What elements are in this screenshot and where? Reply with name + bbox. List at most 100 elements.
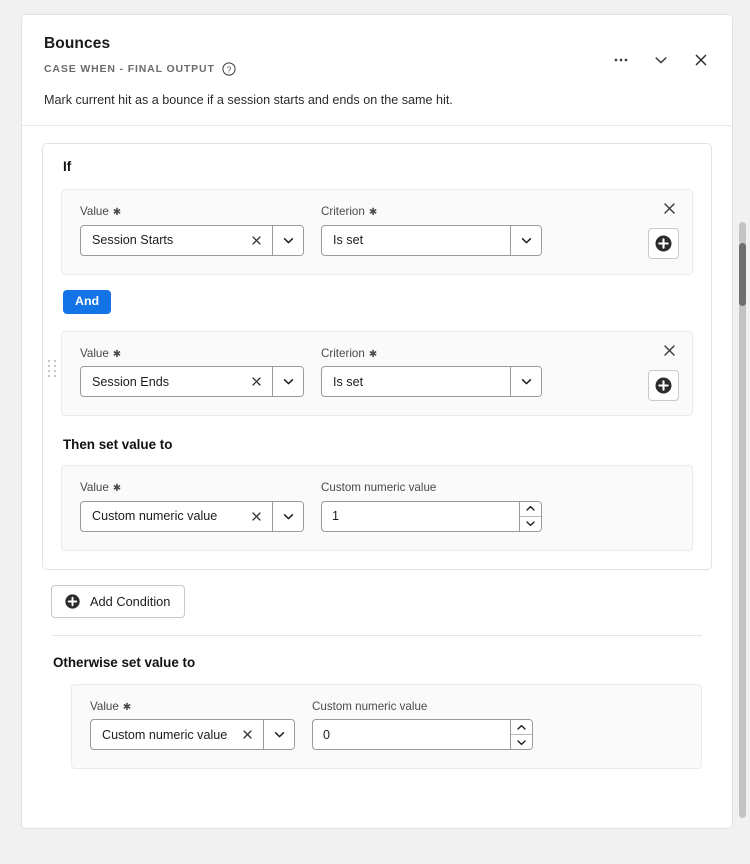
value-label-text: Value <box>80 481 109 495</box>
criterion-chevron-down-icon[interactable] <box>510 225 541 255</box>
card-description: Mark current hit as a bounce if a sessio… <box>44 93 453 108</box>
required-asterisk: ✱ <box>122 701 132 713</box>
criterion-field-block: Criterion ✱ Is set <box>321 346 542 398</box>
required-asterisk: ✱ <box>112 483 122 495</box>
criterion-combobox-text[interactable]: Is set <box>322 226 510 255</box>
then-value-combobox-text[interactable]: Custom numeric value <box>81 502 272 531</box>
remove-condition-button[interactable] <box>658 340 680 362</box>
value-chevron-down-icon[interactable] <box>272 225 303 255</box>
plus-circle-icon <box>655 377 672 394</box>
then-numeric-field-block: Custom numeric value <box>321 481 542 532</box>
remove-condition-button[interactable] <box>658 198 680 220</box>
criterion-combobox[interactable]: Is set <box>321 224 542 256</box>
otherwise-value-field-block: Value ✱ Custom numeric value <box>90 699 295 751</box>
value-combobox[interactable]: Session Ends <box>80 366 304 398</box>
condition-fields: Value ✱ Session Ends Criterion ✱ Is set <box>80 346 676 398</box>
otherwise-heading: Otherwise set value to <box>53 654 196 670</box>
otherwise-numeric-field-label: Custom numeric value <box>312 699 533 714</box>
more-options-button[interactable] <box>608 47 634 73</box>
value-combobox-text[interactable]: Session Starts <box>81 226 272 255</box>
criterion-combobox[interactable]: Is set <box>321 366 542 398</box>
card-header: Bounces CASE WHEN - FINAL OUTPUT ? Mark … <box>22 15 732 127</box>
close-button[interactable] <box>688 47 714 73</box>
vertical-scrollbar-track[interactable] <box>739 222 746 818</box>
required-asterisk: ✱ <box>112 348 122 360</box>
chevron-up-icon[interactable] <box>520 501 541 517</box>
criterion-combobox-value: Is set <box>333 233 364 248</box>
then-value-field-block: Value ✱ Custom numeric value <box>80 481 304 532</box>
condition-fields: Value ✱ Session Starts Criterion ✱ Is se… <box>80 204 676 256</box>
criterion-field-block: Criterion ✱ Is set <box>321 204 542 256</box>
value-label-text: Value <box>80 204 109 218</box>
clear-value-icon[interactable] <box>246 226 266 255</box>
value-label-text: Value <box>90 699 119 713</box>
value-chevron-down-icon[interactable] <box>272 367 303 397</box>
operator-badge-and[interactable]: And <box>63 289 112 314</box>
criterion-combobox-value: Is set <box>333 374 364 389</box>
value-field-label: Value ✱ <box>80 346 304 361</box>
section-divider <box>52 634 702 636</box>
required-asterisk: ✱ <box>368 207 378 219</box>
otherwise-numeric-field-block: Custom numeric value <box>312 699 533 751</box>
help-circle-icon[interactable]: ? <box>222 62 236 76</box>
criterion-label-text: Criterion <box>321 346 365 360</box>
chevron-up-icon[interactable] <box>511 720 532 736</box>
add-nested-condition-button[interactable] <box>648 369 679 401</box>
operator-badge-wrap: And <box>61 275 693 331</box>
clear-value-icon[interactable] <box>246 502 266 531</box>
vertical-scrollbar-thumb[interactable] <box>739 243 746 306</box>
plus-circle-icon <box>65 594 80 609</box>
then-fields: Value ✱ Custom numeric value Custom nume… <box>80 481 676 532</box>
then-numeric-stepper[interactable] <box>321 500 542 532</box>
add-condition-label: Add Condition <box>90 593 171 609</box>
otherwise-numeric-stepper[interactable] <box>312 719 533 751</box>
then-value-field-label: Value ✱ <box>80 481 304 495</box>
if-heading: If <box>63 159 72 175</box>
criterion-label-text: Criterion <box>321 204 365 218</box>
otherwise-fields: Value ✱ Custom numeric value Custom nume… <box>90 699 685 751</box>
clear-value-icon[interactable] <box>246 367 266 396</box>
numeric-label-text: Custom numeric value <box>312 699 428 713</box>
collapse-button[interactable] <box>648 47 674 73</box>
otherwise-value-chevron-down-icon[interactable] <box>263 720 294 750</box>
chevron-down-icon[interactable] <box>520 516 541 531</box>
then-value-combobox[interactable]: Custom numeric value <box>80 500 304 532</box>
clear-value-icon[interactable] <box>237 720 257 749</box>
numeric-label-text: Custom numeric value <box>321 481 437 495</box>
value-field-block: Value ✱ Session Starts <box>80 204 304 256</box>
then-numeric-input[interactable] <box>321 500 519 532</box>
condition-row-wrapper: Value ✱ Session Ends Criterion ✱ Is set <box>48 330 693 417</box>
otherwise-row: Value ✱ Custom numeric value Custom nume… <box>71 683 702 770</box>
svg-text:?: ? <box>226 65 231 74</box>
required-asterisk: ✱ <box>112 207 122 219</box>
value-field-block: Value ✱ Session Ends <box>80 346 304 398</box>
then-value-chevron-down-icon[interactable] <box>272 501 303 531</box>
then-stepper-buttons <box>519 500 542 532</box>
header-actions <box>608 47 714 73</box>
otherwise-value-combobox-text[interactable]: Custom numeric value <box>91 720 263 749</box>
value-combobox[interactable]: Session Starts <box>80 224 304 256</box>
value-label-text: Value <box>80 346 109 360</box>
if-group: If Value ✱ Session Starts Criterion ✱ Is… <box>42 143 712 570</box>
criterion-field-label: Criterion ✱ <box>321 346 542 361</box>
condition-row-wrapper: Value ✱ Session Starts Criterion ✱ Is se… <box>61 188 693 275</box>
drag-grip-icon[interactable] <box>48 359 57 378</box>
otherwise-numeric-input[interactable] <box>312 719 510 751</box>
value-combobox-text[interactable]: Session Ends <box>81 367 272 396</box>
then-value-combobox-value: Custom numeric value <box>92 509 218 524</box>
add-nested-condition-button[interactable] <box>648 227 679 259</box>
add-condition-button[interactable]: Add Condition <box>51 584 186 618</box>
otherwise-value-combobox-value: Custom numeric value <box>102 727 228 742</box>
criterion-combobox-text[interactable]: Is set <box>322 367 510 396</box>
criterion-field-label: Criterion ✱ <box>321 204 542 219</box>
plus-circle-icon <box>655 235 672 252</box>
chevron-down-icon[interactable] <box>511 735 532 750</box>
value-field-label: Value ✱ <box>80 204 304 219</box>
case-when-card: Bounces CASE WHEN - FINAL OUTPUT ? Mark … <box>21 14 733 829</box>
required-asterisk: ✱ <box>368 348 378 360</box>
condition-row: Value ✱ Session Ends Criterion ✱ Is set <box>61 330 693 417</box>
criterion-chevron-down-icon[interactable] <box>510 367 541 397</box>
then-row-wrapper: Value ✱ Custom numeric value Custom nume… <box>61 465 693 551</box>
card-body: If Value ✱ Session Starts Criterion ✱ Is… <box>22 126 732 770</box>
otherwise-value-combobox[interactable]: Custom numeric value <box>90 719 295 751</box>
